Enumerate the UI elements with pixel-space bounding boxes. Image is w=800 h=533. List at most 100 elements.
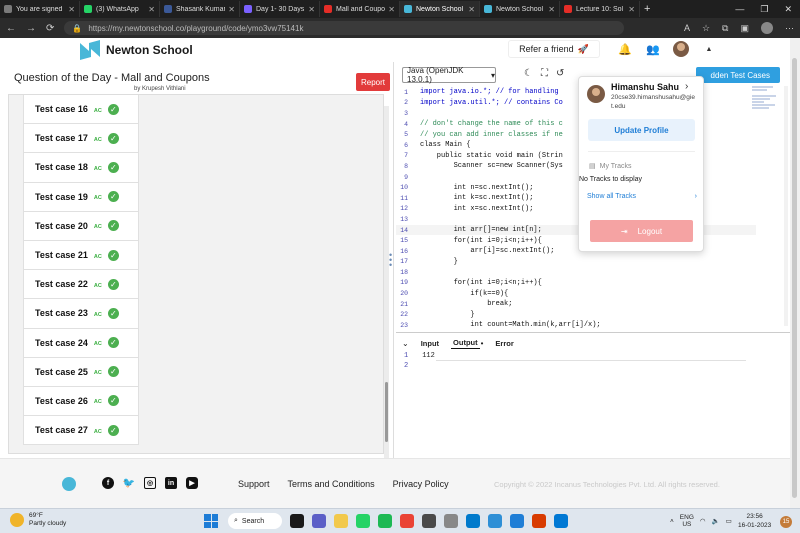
close-icon[interactable]: ✕ <box>548 5 555 14</box>
menu-icon[interactable]: ⋯ <box>785 23 794 34</box>
test-case-row[interactable]: Test case 24 AC ✓ <box>23 328 139 358</box>
close-icon[interactable]: ✕ <box>148 5 155 14</box>
language-select[interactable]: Java (OpenJDK 13.0.1) ▾ <box>402 66 496 84</box>
io-tab-error[interactable]: Error <box>493 338 515 349</box>
footer-logo-icon[interactable] <box>62 477 76 491</box>
favorite-icon[interactable]: ☆ <box>702 23 710 34</box>
extensions-icon[interactable]: ⧉ <box>722 23 728 34</box>
test-case-row[interactable]: Test case 17 AC ✓ <box>23 124 139 154</box>
taskbar-app-icon[interactable] <box>466 514 480 528</box>
close-window-icon[interactable]: ✕ <box>784 4 792 15</box>
caret-up-icon[interactable]: ▲ <box>701 41 717 57</box>
refresh-icon[interactable]: ⟳ <box>46 23 54 34</box>
youtube-icon[interactable]: ▶ <box>186 477 198 489</box>
close-icon[interactable]: ✕ <box>308 5 315 14</box>
browser-profile-avatar[interactable] <box>761 22 773 34</box>
browser-tab[interactable]: Mall and Coupo ✕ <box>320 1 400 17</box>
page-scrollbar[interactable] <box>790 38 800 508</box>
chevron-right-icon[interactable]: › <box>685 81 688 92</box>
taskbar-app-icon[interactable] <box>290 514 304 528</box>
left-scrollbar[interactable] <box>384 106 389 458</box>
test-case-row[interactable]: Test case 27 AC ✓ <box>23 416 139 446</box>
dark-mode-icon[interactable]: ☾ <box>524 68 533 79</box>
maximize-icon[interactable]: ❐ <box>760 4 768 15</box>
new-tab-button[interactable]: + <box>644 3 650 15</box>
left-scrollbar-thumb[interactable] <box>385 382 388 442</box>
browser-tab[interactable]: (3) WhatsApp ✕ <box>80 1 160 17</box>
taskbar-app-icon[interactable] <box>312 514 326 528</box>
io-tab-output[interactable]: Output <box>451 337 480 349</box>
taskbar-app-icon[interactable] <box>356 514 370 528</box>
battery-icon[interactable]: ▭ <box>726 517 732 525</box>
browser-tab[interactable]: Newton School ✕ <box>480 1 560 17</box>
close-icon[interactable]: ✕ <box>468 5 475 14</box>
panel-resize-handle[interactable]: • • • <box>389 251 392 270</box>
chevron-up-icon[interactable]: ˄ <box>670 518 674 525</box>
weather-widget[interactable]: 69°F Partly cloudy <box>10 512 66 528</box>
wifi-icon[interactable]: ◠ <box>700 517 706 525</box>
volume-icon[interactable]: 🔈 <box>712 517 720 525</box>
twitter-icon[interactable]: 🐦 <box>123 477 135 489</box>
brand[interactable]: Newton School <box>80 40 193 60</box>
close-icon[interactable]: ✕ <box>388 5 395 14</box>
editor-scrollbar[interactable] <box>784 86 788 326</box>
language-indicator[interactable]: ENG US <box>680 514 694 528</box>
test-case-row[interactable]: Test case 21 AC ✓ <box>23 240 139 271</box>
taskbar-app-icon[interactable] <box>488 514 502 528</box>
test-case-row[interactable]: Test case 22 AC ✓ <box>23 270 139 300</box>
browser-tab[interactable]: Lecture 10: Sol ✕ <box>560 1 640 17</box>
refer-friend-button[interactable]: Refer a friend 🚀 <box>508 40 600 58</box>
test-case-row[interactable]: Test case 25 AC ✓ <box>23 357 139 387</box>
close-icon[interactable]: ✕ <box>228 5 235 14</box>
report-button[interactable]: Report <box>356 73 390 91</box>
taskbar-app-icon[interactable] <box>400 514 414 528</box>
fullscreen-icon[interactable]: ⛶ <box>541 68 548 79</box>
browser-tab[interactable]: Day 1- 30 Days ✕ <box>240 1 320 17</box>
collections-icon[interactable]: ▣ <box>740 23 749 34</box>
reset-code-icon[interactable]: ↺ <box>556 68 564 79</box>
taskbar-app-icon[interactable] <box>334 514 348 528</box>
taskbar-app-icon[interactable] <box>444 514 458 528</box>
collapse-chevron-icon[interactable]: ⌄ <box>402 339 409 348</box>
close-icon[interactable]: ✕ <box>628 5 635 14</box>
facebook-icon[interactable]: f <box>102 477 114 489</box>
profile-avatar[interactable] <box>673 41 689 57</box>
page-scrollbar-thumb[interactable] <box>792 58 797 498</box>
taskbar-app-icon[interactable] <box>378 514 392 528</box>
notification-badge[interactable]: 15 <box>780 516 792 528</box>
footer-link-terms[interactable]: Terms and Conditions <box>288 479 375 489</box>
url-field[interactable]: 🔒 https://my.newtonschool.co/playground/… <box>64 21 625 35</box>
community-icon[interactable]: 👥 <box>645 41 661 57</box>
logout-button[interactable]: ⇥ Logout <box>590 220 693 242</box>
io-tab-input[interactable]: Input <box>419 338 441 349</box>
forward-icon[interactable]: → <box>26 23 36 34</box>
taskbar-app-icon[interactable] <box>532 514 546 528</box>
test-case-row[interactable]: Test case 23 AC ✓ <box>23 299 139 329</box>
test-case-row[interactable]: Test case 20 AC ✓ <box>23 211 139 241</box>
footer-link-privacy[interactable]: Privacy Policy <box>393 479 449 489</box>
instagram-icon[interactable]: ◎ <box>144 477 156 489</box>
browser-tab[interactable]: Shasank Kumar ✕ <box>160 1 240 17</box>
windows-start-icon[interactable] <box>204 514 218 528</box>
read-aloud-icon[interactable]: A <box>684 23 690 33</box>
test-case-row[interactable]: Test case 19 AC ✓ <box>23 182 139 212</box>
back-icon[interactable]: ← <box>6 23 16 34</box>
test-case-row[interactable]: Test case 18 AC ✓ <box>23 153 139 183</box>
taskbar-app-icon[interactable] <box>554 514 568 528</box>
test-case-row[interactable]: Test case 16 AC ✓ <box>23 95 139 125</box>
code-minimap[interactable] <box>752 86 782 126</box>
linkedin-icon[interactable]: in <box>165 477 177 489</box>
test-case-row[interactable]: Test case 26 AC ✓ <box>23 386 139 417</box>
browser-tab[interactable]: Newton School ✕ <box>400 1 480 17</box>
update-profile-button[interactable]: Update Profile <box>588 119 695 141</box>
hidden-test-cases-button[interactable]: dden Test Cases <box>696 67 780 83</box>
taskbar-clock[interactable]: 23:56 16-01-2023 <box>738 512 771 530</box>
close-icon[interactable]: ✕ <box>68 5 75 14</box>
minimize-icon[interactable]: — <box>735 4 744 15</box>
bell-icon[interactable]: 🔔 <box>617 41 633 57</box>
footer-link-support[interactable]: Support <box>238 479 270 489</box>
show-all-tracks-link[interactable]: Show all Tracks › <box>587 193 697 200</box>
taskbar-app-icon[interactable] <box>422 514 436 528</box>
taskbar-search[interactable]: ⌕ Search <box>228 513 282 529</box>
browser-tab[interactable]: You are signed ✕ <box>0 1 80 17</box>
